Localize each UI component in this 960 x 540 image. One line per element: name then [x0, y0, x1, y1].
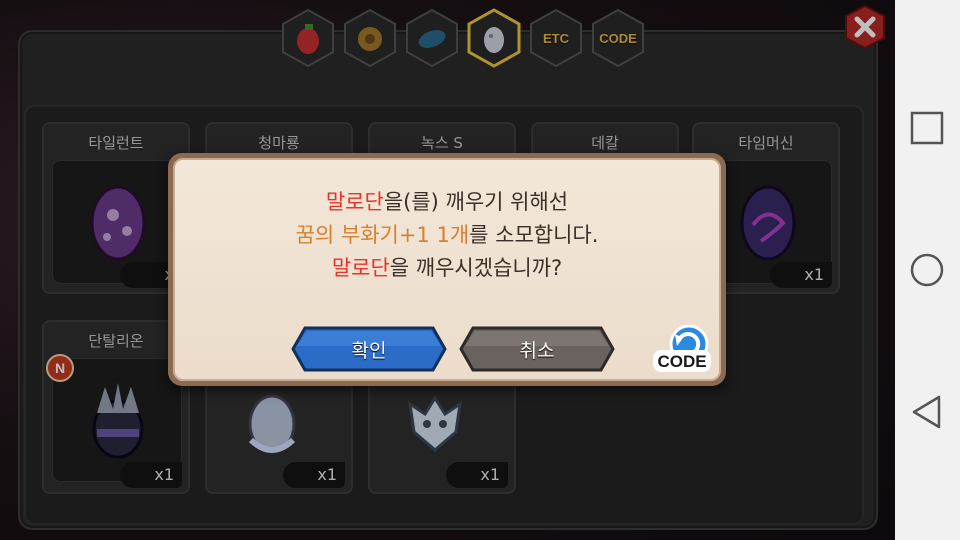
game-screen: ETC CODE 타일런트 x 청마룡 녹스 S 데칼 타임머신	[0, 0, 895, 540]
dialog-message: 말로단을(를) 깨우기 위해선 꿈의 부화기+1 1개를 소모합니다. 말로단을…	[175, 186, 719, 285]
confirm-button[interactable]: 확인	[291, 326, 447, 372]
egg-name-highlight: 말로단	[325, 190, 384, 214]
square-icon	[910, 111, 944, 145]
code-button[interactable]: CODE	[651, 322, 713, 378]
confirm-label: 확인	[351, 339, 387, 362]
circle-icon	[910, 253, 944, 287]
egg-name-highlight: 말로단	[331, 256, 390, 280]
code-refresh-icon: CODE	[653, 324, 711, 372]
system-nav-bar	[895, 0, 960, 540]
back-triangle-icon	[912, 395, 941, 429]
message-text: 을(를) 깨우기 위해선	[383, 190, 569, 214]
message-line-1: 말로단을(를) 깨우기 위해선	[175, 186, 719, 219]
home-button[interactable]	[907, 250, 947, 290]
message-text: 를 소모합니다.	[469, 223, 599, 247]
recent-apps-button[interactable]	[907, 108, 947, 148]
cost-highlight: 꿈의 부화기+1 1개	[295, 223, 470, 247]
dialog-body: 말로단을(를) 깨우기 위해선 꿈의 부화기+1 1개를 소모합니다. 말로단을…	[173, 158, 721, 381]
confirm-dialog: 말로단을(를) 깨우기 위해선 꿈의 부화기+1 1개를 소모합니다. 말로단을…	[168, 153, 726, 386]
message-line-3: 말로단을 깨우시겠습니까?	[175, 252, 719, 285]
message-line-2: 꿈의 부화기+1 1개를 소모합니다.	[175, 219, 719, 252]
cancel-button[interactable]: 취소	[459, 326, 615, 372]
back-button[interactable]	[907, 392, 947, 432]
cancel-label: 취소	[519, 339, 555, 362]
message-text: 을 깨우시겠습니까?	[389, 256, 563, 280]
code-label: CODE	[657, 352, 706, 371]
